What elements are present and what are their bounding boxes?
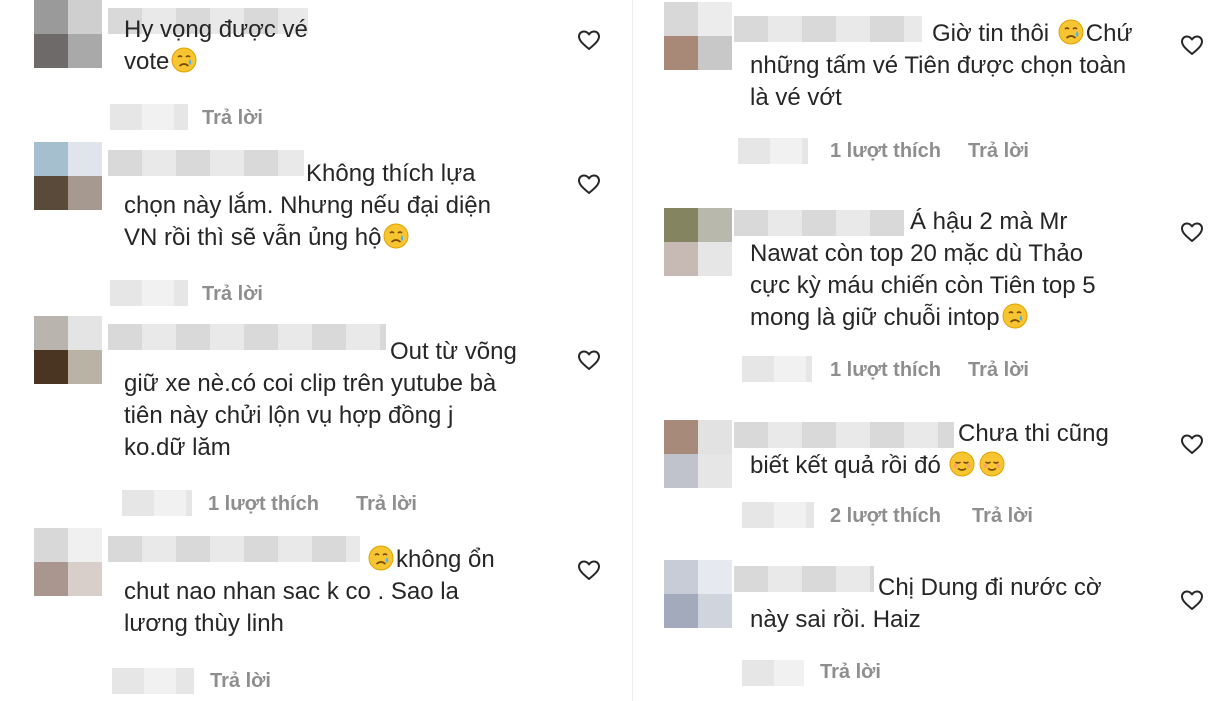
relieved-face-emoji [949,451,975,477]
reply-button[interactable]: Trả lời [820,661,881,684]
heart-outline-icon[interactable] [577,172,601,196]
crying-face-emoji [1002,303,1028,329]
reply-button[interactable]: Trả lời [968,359,1029,382]
timestamp-blurred [112,668,194,694]
timestamp-blurred [742,356,812,382]
comment-text: Hy vọng được vé vote [124,16,308,75]
timestamp-blurred [738,138,808,164]
likes-count[interactable]: 1 lượt thích [208,493,319,516]
comment-text: Giờ tin thôi Chứ những tấm vé Tiên được … [750,19,1133,111]
reply-button[interactable]: Trả lời [210,670,271,693]
comment-text: Chị Dung đi nước cờ này sai rồi. Haiz [750,574,1102,633]
crying-face-emoji [383,223,409,249]
avatar[interactable] [34,142,102,210]
crying-face-emoji [368,545,394,571]
avatar[interactable] [664,560,732,628]
avatar[interactable] [34,316,102,384]
comment-text: Chưa thi cũng biết kết quả rồi đó [750,420,1109,479]
crying-face-emoji [1058,19,1084,45]
reply-button[interactable]: Trả lời [972,505,1033,528]
heart-outline-icon[interactable] [577,348,601,372]
timestamp-blurred [110,280,188,306]
heart-outline-icon[interactable] [1180,220,1204,244]
reply-button[interactable]: Trả lời [202,283,263,306]
comment-text: Out từ võng giữ xe nè.có coi clip trên y… [124,338,517,461]
heart-outline-icon[interactable] [577,558,601,582]
avatar[interactable] [664,420,732,488]
avatar[interactable] [34,528,102,596]
timestamp-blurred [122,490,192,516]
likes-count[interactable]: 1 lượt thích [830,140,941,163]
reply-button[interactable]: Trả lời [202,107,263,130]
heart-outline-icon[interactable] [1180,33,1204,57]
heart-outline-icon[interactable] [1180,588,1204,612]
avatar[interactable] [664,2,732,70]
relieved-face-emoji [979,451,1005,477]
heart-outline-icon[interactable] [577,28,601,52]
timestamp-blurred [742,660,804,686]
crying-face-emoji [171,47,197,73]
reply-button[interactable]: Trả lời [356,493,417,516]
comment-text: không ổn chut nao nhan sac k co . Sao la… [124,545,495,637]
comment-text: Không thích lựa chọn này lắm. Nhưng nếu … [124,160,491,251]
column-divider [632,0,633,701]
heart-outline-icon[interactable] [1180,432,1204,456]
timestamp-blurred [742,502,814,528]
likes-count[interactable]: 1 lượt thích [830,359,941,382]
reply-button[interactable]: Trả lời [968,140,1029,163]
timestamp-blurred [110,104,188,130]
comment-text: Á hậu 2 mà Mr Nawat còn top 20 mặc dù Th… [750,208,1096,331]
avatar[interactable] [664,208,732,276]
likes-count[interactable]: 2 lượt thích [830,505,941,528]
avatar[interactable] [34,0,102,68]
